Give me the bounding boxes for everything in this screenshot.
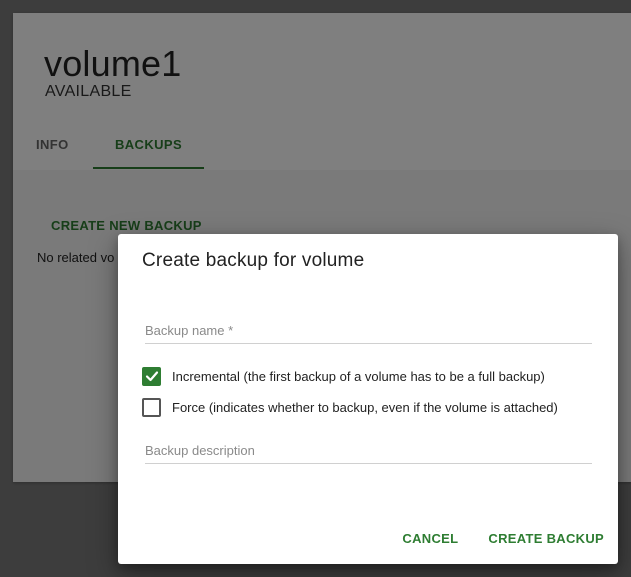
create-backup-button[interactable]: CREATE BACKUP: [488, 531, 604, 546]
incremental-option[interactable]: Incremental (the first backup of a volum…: [142, 366, 545, 386]
checkmark-icon: [145, 371, 158, 382]
dialog-title: Create backup for volume: [142, 250, 365, 271]
backup-description-input[interactable]: [145, 438, 592, 464]
cancel-button[interactable]: CANCEL: [402, 531, 458, 546]
incremental-checkbox[interactable]: [142, 366, 161, 386]
page: volume1 AVAILABLE INFO BACKUPS CREATE NE…: [0, 0, 631, 577]
dialog-actions: CANCEL CREATE BACKUP: [402, 531, 604, 546]
incremental-label: Incremental (the first backup of a volum…: [172, 368, 545, 384]
force-option[interactable]: Force (indicates whether to backup, even…: [142, 397, 558, 417]
force-label: Force (indicates whether to backup, even…: [172, 399, 558, 415]
create-backup-dialog: Create backup for volume Incremental (th…: [118, 234, 618, 564]
force-checkbox[interactable]: [142, 397, 161, 417]
backup-name-input[interactable]: [145, 318, 592, 344]
